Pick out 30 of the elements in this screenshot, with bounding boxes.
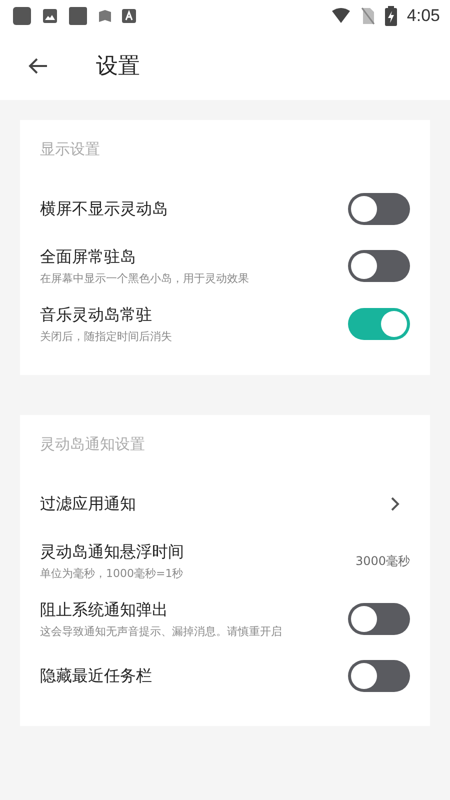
no-sim-icon [360,7,375,25]
page-title: 设置 [96,53,140,81]
setting-title: 阻止系统通知弹出 [40,600,169,620]
setting-description: 单位为毫秒，1000毫秒=1秒 [40,566,184,580]
setting-title: 横屏不显示灵动岛 [40,198,169,220]
chevron-right-icon[interactable] [390,497,400,511]
book-icon [98,9,112,23]
setting-title: 音乐灵动岛常驻 [40,304,153,326]
battery-icon [384,6,397,26]
setting-title: 全面屏常驻岛 [40,246,137,268]
notification-icon [12,6,32,26]
toggle-switch[interactable] [348,603,410,635]
toggle-switch[interactable] [348,308,410,340]
section-title: 显示设置 [39,140,101,160]
toggle-switch[interactable] [348,250,410,282]
setting-description: 这会导致通知无声音提示、漏掉消息。请慎重开启 [40,624,283,638]
toggle-switch[interactable] [348,193,410,225]
notification-icon [68,6,88,26]
section-title: 灵动岛通知设置 [39,435,146,455]
setting-title: 灵动岛通知悬浮时间 [40,542,185,562]
setting-title: 过滤应用通知 [40,494,137,514]
image-icon [42,8,58,24]
setting-value: 3000毫秒 [355,552,410,570]
wifi-icon [330,8,351,24]
setting-description: 关闭后，随指定时间后消失 [40,328,173,344]
font-icon [122,9,136,23]
setting-description: 在屏幕中显示一个黑色小岛，用于灵动效果 [40,270,250,286]
setting-title: 隐藏最近任务栏 [40,666,153,686]
toggle-switch[interactable] [348,660,410,692]
status-time: 4:05 [406,6,440,26]
